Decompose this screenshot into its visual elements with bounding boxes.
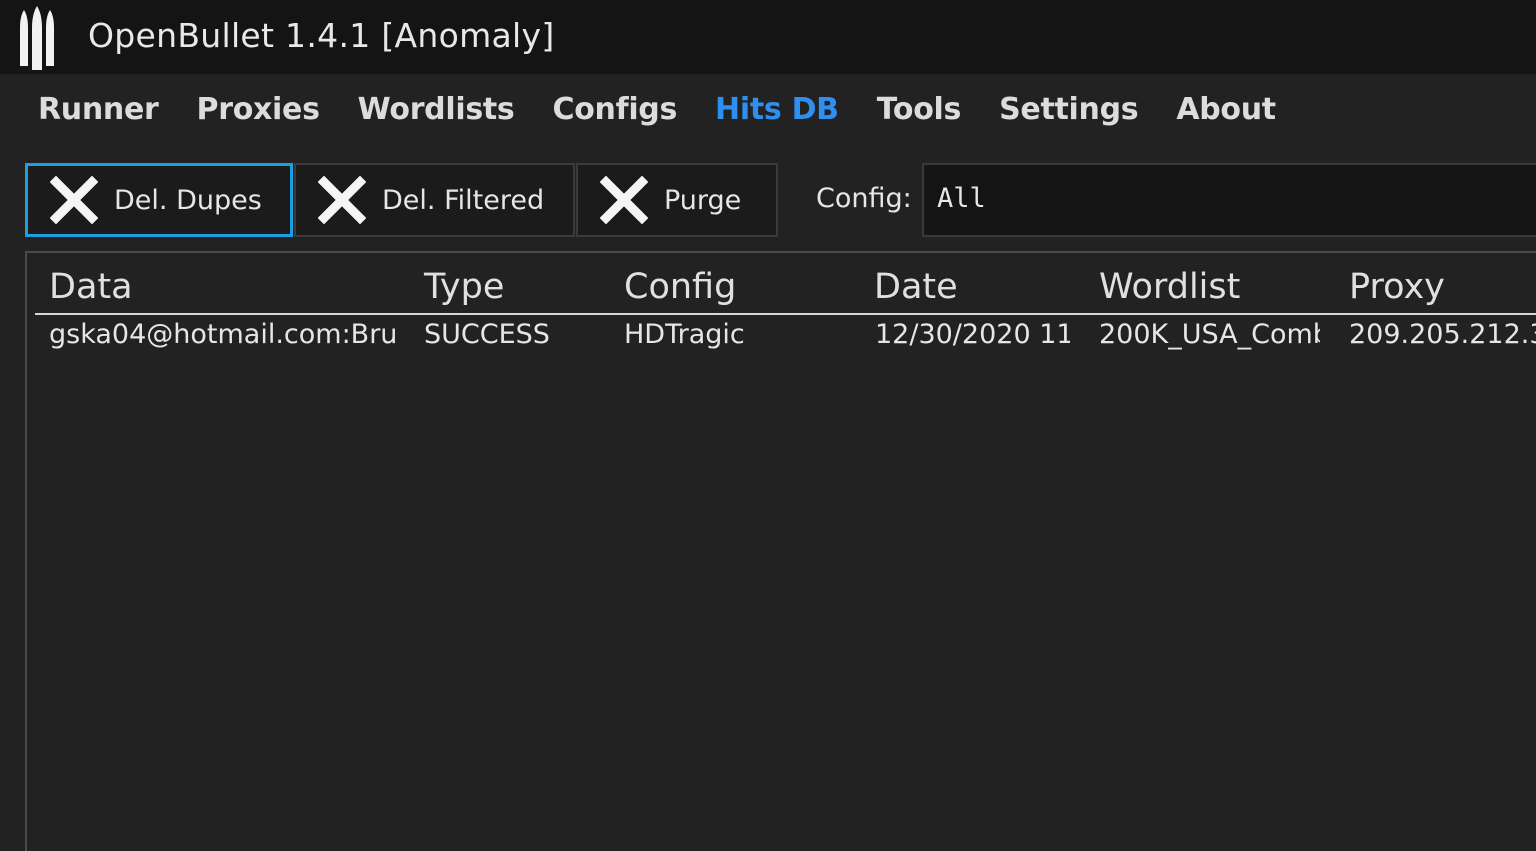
grid-header: Data Type Config Date Wordlist Proxy	[35, 267, 1536, 315]
nav-item-settings[interactable]: Settings	[999, 92, 1139, 136]
nav-item-wordlists[interactable]: Wordlists	[358, 92, 515, 136]
config-filter-value: All	[937, 183, 986, 214]
main-nav: Runner Proxies Wordlists Configs Hits DB…	[38, 92, 1314, 136]
cell-date: 12/30/2020 11:	[875, 319, 1070, 350]
cell-proxy: 209.205.212.36	[1349, 319, 1536, 350]
config-filter-label: Config:	[816, 183, 912, 214]
delete-dupes-label: Del. Dupes	[114, 184, 262, 216]
column-header-date[interactable]: Date	[874, 267, 958, 307]
hits-grid[interactable]: Data Type Config Date Wordlist Proxy gsk…	[25, 251, 1536, 851]
close-icon	[318, 176, 366, 224]
cell-wordlist: 200K_USA_Comb	[1099, 319, 1320, 350]
nav-item-hits-db[interactable]: Hits DB	[715, 92, 839, 136]
purge-label: Purge	[664, 184, 742, 216]
nav-item-configs[interactable]: Configs	[552, 92, 677, 136]
table-row[interactable]: gska04@hotmail.com:Brur SUCCESS HDTragic…	[35, 319, 1536, 363]
nav-item-proxies[interactable]: Proxies	[197, 92, 320, 136]
app-title: OpenBullet 1.4.1 [Anomaly]	[88, 16, 555, 55]
cell-data: gska04@hotmail.com:Brur	[49, 319, 395, 350]
close-icon	[600, 176, 648, 224]
nav-item-tools[interactable]: Tools	[877, 92, 962, 136]
config-filter-select[interactable]: All	[922, 163, 1536, 237]
delete-dupes-button[interactable]: Del. Dupes	[25, 163, 293, 237]
column-header-proxy[interactable]: Proxy	[1349, 267, 1445, 307]
delete-filtered-button[interactable]: Del. Filtered	[294, 163, 575, 237]
nav-item-about[interactable]: About	[1176, 92, 1276, 136]
column-header-config[interactable]: Config	[624, 267, 736, 307]
delete-filtered-label: Del. Filtered	[382, 184, 545, 216]
column-header-type[interactable]: Type	[424, 267, 504, 307]
bullets-icon	[20, 6, 54, 70]
nav-item-runner[interactable]: Runner	[38, 92, 159, 136]
purge-button[interactable]: Purge	[576, 163, 778, 237]
cell-config: HDTragic	[624, 319, 745, 350]
cell-type: SUCCESS	[424, 319, 550, 350]
column-header-wordlist[interactable]: Wordlist	[1099, 267, 1240, 307]
title-bar: OpenBullet 1.4.1 [Anomaly]	[0, 0, 1536, 74]
close-icon	[50, 176, 98, 224]
column-header-data[interactable]: Data	[49, 267, 133, 307]
